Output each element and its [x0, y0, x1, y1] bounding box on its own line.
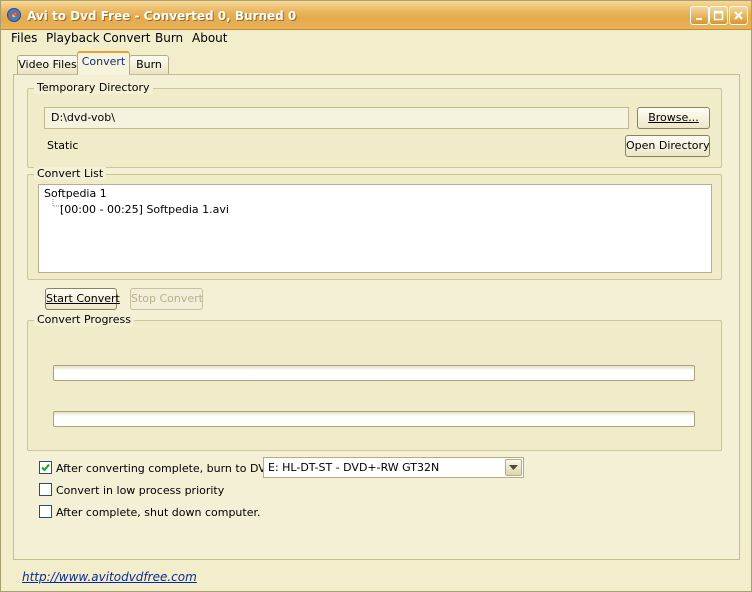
menu-files[interactable]: Files [11, 30, 37, 50]
convert-list-label: Convert List [34, 167, 107, 180]
temp-directory-group: Temporary Directory D:\dvd-vob\ Browse..… [27, 81, 722, 168]
tab-video-files[interactable]: Video Files [17, 55, 78, 75]
app-icon [6, 7, 22, 23]
minimize-icon [696, 18, 702, 20]
shutdown-checkbox[interactable] [39, 505, 52, 518]
temp-directory-label: Temporary Directory [34, 81, 153, 94]
website-link[interactable]: http://www.avitodvdfree.com [22, 570, 197, 584]
shutdown-label: After complete, shut down computer. [56, 506, 261, 519]
progress-bar-total [53, 411, 695, 427]
menu-about[interactable]: About [192, 30, 227, 50]
maximize-icon [713, 10, 724, 21]
directory-status-text: Static [47, 139, 79, 152]
convert-progress-group: Convert Progress [27, 313, 722, 451]
tab-convert[interactable]: Convert [77, 51, 130, 75]
burn-after-label: After converting complete, burn to DVD [56, 462, 275, 475]
low-priority-checkbox[interactable] [39, 483, 52, 496]
check-icon [41, 463, 50, 472]
menu-playback[interactable]: Playback [46, 30, 100, 50]
low-priority-label: Convert in low process priority [56, 484, 225, 497]
convert-progress-label: Convert Progress [34, 313, 134, 326]
menu-convert[interactable]: Convert [103, 30, 150, 50]
start-convert-button[interactable]: Start Convert [45, 288, 120, 310]
close-button[interactable] [729, 6, 748, 25]
dropdown-button[interactable] [505, 459, 522, 476]
app-window: Avi to Dvd Free - Converted 0, Burned 0 … [0, 0, 752, 592]
tab-burn[interactable]: Burn [129, 55, 169, 75]
close-icon [734, 11, 743, 20]
dvd-drive-value: E: HL-DT-ST - DVD+-RW GT32N [268, 461, 440, 474]
window-title: Avi to Dvd Free - Converted 0, Burned 0 [27, 9, 297, 23]
convert-panel: Temporary Directory D:\dvd-vob\ Browse..… [13, 74, 740, 560]
temp-directory-field[interactable]: D:\dvd-vob\ [44, 107, 629, 129]
maximize-button[interactable] [709, 6, 728, 25]
start-convert-button-label: Start Convert [46, 292, 120, 305]
convert-list-group: Convert List Softpedia 1 [00:00 - 00:25]… [27, 167, 722, 280]
browse-button-label: Browse... [648, 111, 699, 124]
browse-button[interactable]: Browse... [637, 107, 710, 129]
title-bar[interactable]: Avi to Dvd Free - Converted 0, Burned 0 [1, 1, 751, 30]
minimize-button[interactable] [690, 6, 709, 25]
chevron-down-icon [509, 464, 518, 470]
tab-strip: Video Files Convert Burn [1, 51, 751, 75]
open-directory-button[interactable]: Open Directory [625, 135, 710, 157]
menu-bar: Files Playback Convert Burn About [2, 30, 751, 50]
tree-child-item[interactable]: [00:00 - 00:25] Softpedia 1.avi [60, 203, 229, 216]
dvd-drive-select[interactable]: E: HL-DT-ST - DVD+-RW GT32N [263, 457, 524, 478]
menu-burn[interactable]: Burn [155, 30, 183, 50]
convert-list-tree[interactable]: Softpedia 1 [00:00 - 00:25] Softpedia 1.… [38, 184, 712, 273]
burn-after-checkbox[interactable] [39, 461, 52, 474]
progress-bar-current [53, 365, 695, 381]
stop-convert-button[interactable]: Stop Convert [130, 288, 203, 310]
